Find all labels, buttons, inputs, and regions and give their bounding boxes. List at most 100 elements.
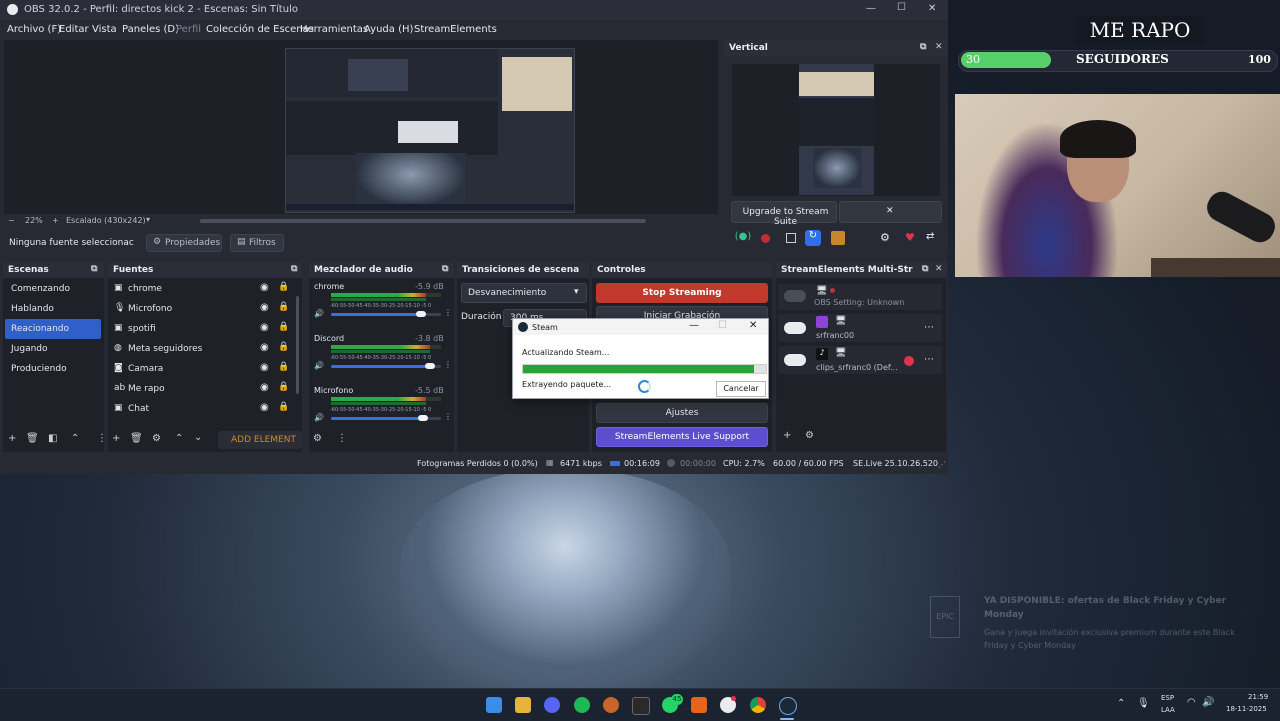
source-item[interactable]: 🎙 Microfono ◉ 🔒 — [108, 299, 302, 319]
epic-games-icon[interactable] — [632, 697, 650, 715]
add-destination-icon[interactable]: + — [783, 430, 791, 441]
source-item[interactable]: ab Me rapo ◉ 🔒 — [108, 379, 302, 399]
add-source-icon[interactable]: + — [112, 433, 120, 444]
chrome-icon[interactable] — [750, 697, 766, 713]
float-panel-icon[interactable]: ⧉ — [922, 264, 928, 274]
advanced-audio-icon[interactable]: ⚙ — [313, 433, 322, 444]
tray-chevron-icon[interactable]: ⌃ — [1117, 698, 1125, 709]
eye-icon[interactable]: ◉ — [260, 362, 269, 373]
eye-icon[interactable]: ◉ — [260, 322, 269, 333]
speaker-icon[interactable]: 🔊 — [314, 413, 324, 422]
steam-taskbar-icon[interactable] — [779, 697, 797, 715]
move-down-icon[interactable]: ⌄ — [194, 432, 202, 443]
upgrade-stream-suite-button[interactable]: Upgrade to Stream Suite — [731, 201, 837, 227]
clock-time[interactable]: 21:59 — [1248, 693, 1268, 701]
menu-editar[interactable]: Editar — [59, 24, 89, 35]
discord-icon[interactable] — [544, 697, 560, 713]
resize-grip-icon[interactable]: ⋰ — [938, 460, 946, 469]
close-window-button[interactable]: ✕ — [928, 3, 936, 14]
menu-coleccion[interactable]: Colección de Escenas — [206, 24, 314, 35]
source-item[interactable]: ◍ Meta seguidores ◉ 🔒 — [108, 339, 302, 359]
notification-toast[interactable]: EPIC YA DISPONIBLE: ofertas de Black Fri… — [928, 592, 1258, 656]
toggle-switch[interactable] — [784, 322, 806, 334]
float-panel-icon[interactable]: ⧉ — [920, 42, 926, 52]
minimize-button[interactable]: — — [866, 3, 876, 14]
scene-item[interactable]: Produciendo — [3, 359, 104, 379]
source-item[interactable]: ▣ chrome ◉ 🔒 — [108, 279, 302, 299]
more-icon[interactable]: ⋯ — [924, 322, 934, 333]
source-item[interactable]: ▣ Chat ◉ 🔒 — [108, 399, 302, 419]
more-icon[interactable]: ⋮ — [337, 433, 347, 444]
scene-item[interactable]: Jugando — [3, 339, 104, 359]
lock-icon[interactable]: 🔒 — [278, 302, 289, 312]
eye-icon[interactable]: ◉ — [260, 382, 269, 393]
menu-herramientas[interactable]: Herramientas — [300, 24, 368, 35]
settings-button[interactable]: Ajustes — [596, 403, 768, 423]
menu-streamelements[interactable]: StreamElements — [414, 24, 497, 35]
clock-date[interactable]: 18-11-2025 — [1226, 705, 1267, 713]
sources-scrollbar[interactable] — [296, 296, 299, 394]
stats-icon[interactable] — [691, 697, 707, 713]
lock-icon[interactable]: 🔒 — [278, 322, 289, 332]
cancel-button[interactable]: Cancelar — [716, 381, 766, 397]
float-panel-icon[interactable]: ⧉ — [442, 264, 448, 274]
menu-paneles[interactable]: Paneles (D) — [122, 24, 179, 35]
menu-archivo[interactable]: Archivo (F) — [7, 24, 61, 35]
move-up-icon[interactable]: ⌃ — [71, 433, 79, 444]
sync-icon[interactable]: ↻ — [805, 230, 821, 246]
close-panel-icon[interactable]: ✕ — [935, 264, 943, 274]
volume-knob[interactable] — [425, 363, 435, 369]
source-item[interactable]: ◙ Camara ◉ 🔒 — [108, 359, 302, 379]
more-icon[interactable]: ⋮ — [97, 433, 107, 444]
lock-icon[interactable]: 🔒 — [278, 282, 289, 292]
speaker-icon[interactable]: 🔊 — [314, 309, 324, 318]
clip-icon[interactable] — [831, 231, 845, 245]
vertical-settings-icon[interactable]: ⚙ — [880, 231, 894, 245]
properties-button[interactable]: ⚙ Propiedades — [146, 234, 222, 252]
delete-scene-icon[interactable]: 🗑 — [26, 433, 39, 444]
heart-icon[interactable]: ♥ — [905, 231, 919, 245]
transition-select[interactable]: Desvanecimiento ▾ — [461, 283, 587, 303]
record-icon[interactable] — [761, 234, 770, 243]
float-panel-icon[interactable]: ⧉ — [91, 264, 97, 274]
menu-vista[interactable]: Vista — [92, 24, 117, 35]
dismiss-upgrade-button[interactable]: ✕ — [839, 201, 942, 223]
scene-item[interactable]: Comenzando — [3, 279, 104, 299]
live-support-button[interactable]: StreamElements Live Support — [596, 427, 768, 447]
eye-icon[interactable]: ◉ — [260, 282, 269, 293]
keyboard-layout[interactable]: LAA — [1161, 706, 1175, 714]
eye-icon[interactable]: ◉ — [260, 342, 269, 353]
toggle-switch[interactable] — [784, 290, 806, 302]
close-dialog-button[interactable]: ✕ — [749, 320, 757, 331]
delete-source-icon[interactable]: 🗑 — [130, 433, 143, 444]
source-item[interactable]: ▣ spotifi ◉ 🔒 — [108, 319, 302, 339]
toggle-switch[interactable] — [784, 354, 806, 366]
speaker-icon[interactable]: 🔊 — [314, 361, 324, 370]
volume-knob[interactable] — [418, 415, 428, 421]
scene-item-selected[interactable]: Reacionando — [5, 319, 101, 339]
lock-icon[interactable]: 🔒 — [278, 362, 289, 372]
maximize-button[interactable]: ☐ — [897, 2, 906, 13]
scene-item[interactable]: Hablando — [3, 299, 104, 319]
add-scene-icon[interactable]: + — [8, 433, 16, 444]
live-toggle-icon[interactable]: (●) — [733, 231, 753, 247]
move-up-icon[interactable]: ⌃ — [175, 433, 183, 444]
wifi-icon[interactable]: ◠ — [1187, 697, 1196, 708]
mic-tray-icon[interactable]: 🎙 — [1137, 698, 1150, 709]
eye-icon[interactable]: ◉ — [260, 402, 269, 413]
lock-icon[interactable]: 🔒 — [278, 382, 289, 392]
preview-scrollbar[interactable] — [200, 219, 646, 223]
zoom-out-button[interactable]: − — [8, 216, 15, 225]
volume-icon[interactable]: 🔊 — [1202, 697, 1214, 708]
zoom-in-button[interactable]: + — [52, 216, 59, 225]
minimize-button[interactable]: — — [689, 320, 699, 331]
float-panel-icon[interactable]: ⧉ — [291, 264, 297, 274]
more-icon[interactable]: ⋮ — [444, 412, 452, 421]
more-icon[interactable]: ⋮ — [444, 360, 452, 369]
menu-ayuda[interactable]: Ayuda (H) — [364, 24, 413, 35]
volume-knob[interactable] — [416, 311, 426, 317]
file-explorer-icon[interactable] — [515, 697, 531, 713]
language-code[interactable]: ESP — [1161, 694, 1174, 702]
filters-button[interactable]: ▤ Filtros — [230, 234, 284, 252]
close-panel-icon[interactable]: ✕ — [935, 42, 943, 52]
